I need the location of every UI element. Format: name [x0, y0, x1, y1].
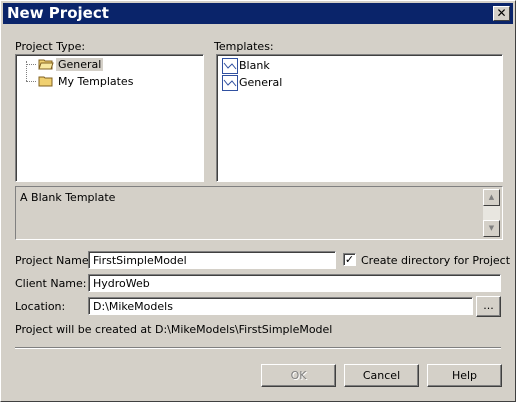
project-type-label: Project Type:: [15, 40, 86, 53]
template-item-label: General: [239, 76, 283, 89]
description-text: A Blank Template: [20, 191, 116, 204]
folder-open-icon: [38, 59, 54, 70]
client-name-label: Client Name:: [15, 277, 87, 290]
title-bar[interactable]: New Project ✕: [3, 3, 513, 24]
close-icon: ✕: [496, 6, 507, 20]
new-project-dialog: New Project ✕ Project Type: General My T…: [0, 0, 516, 402]
project-type-tree[interactable]: General My Templates: [15, 54, 204, 182]
tree-item-label: My Templates: [58, 75, 134, 88]
close-button[interactable]: ✕: [493, 6, 510, 21]
template-description: A Blank Template ▲ ▼: [15, 186, 503, 240]
scroll-up-button[interactable]: ▲: [483, 189, 500, 206]
tree-item-label: General: [56, 58, 104, 71]
arrow-up-icon: ▲: [488, 193, 495, 201]
tree-connector: [26, 64, 36, 65]
arrow-down-icon: ▼: [488, 224, 495, 232]
templates-list[interactable]: Blank General: [216, 54, 503, 182]
tree-connector: [26, 81, 36, 82]
scroll-down-button[interactable]: ▼: [483, 220, 500, 237]
project-name-input[interactable]: FirstSimpleModel: [88, 251, 336, 269]
check-icon: ✓: [344, 253, 355, 266]
template-icon: [222, 75, 238, 91]
ok-button[interactable]: OK: [261, 364, 336, 387]
client-name-input[interactable]: HydroWeb: [88, 274, 501, 292]
templates-label: Templates:: [214, 40, 274, 53]
template-item-label: Blank: [239, 59, 270, 72]
create-directory-checkbox[interactable]: ✓: [343, 253, 356, 266]
project-name-label: Project Name:: [15, 254, 93, 267]
cancel-button[interactable]: Cancel: [344, 364, 419, 387]
help-button[interactable]: Help: [427, 364, 502, 387]
location-label: Location:: [15, 300, 66, 313]
folder-icon: [38, 76, 53, 87]
project-path-status: Project will be created at D:\MikeModels…: [15, 323, 333, 336]
template-icon: [222, 58, 238, 74]
scrollbar-track[interactable]: [483, 206, 500, 220]
browse-button[interactable]: ...: [476, 296, 501, 317]
dialog-title: New Project: [7, 4, 109, 22]
separator: [15, 347, 501, 349]
location-input[interactable]: D:\MikeModels: [88, 297, 473, 315]
create-directory-label[interactable]: Create directory for Project: [361, 254, 510, 267]
